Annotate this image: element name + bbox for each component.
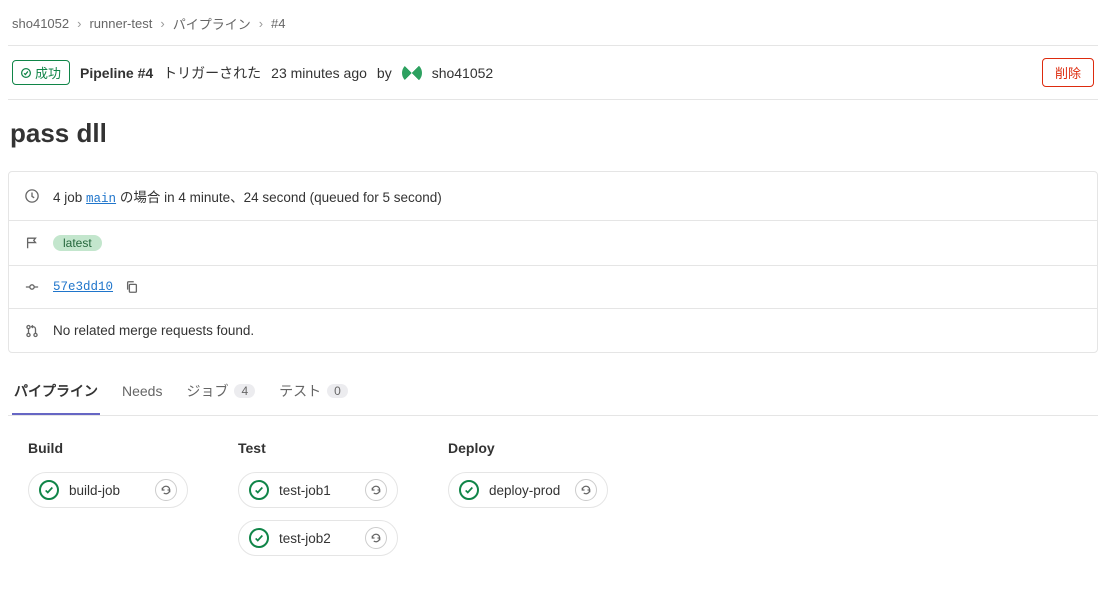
status-bar: 成功 Pipeline #4 トリガーされた 23 minutes ago by… <box>8 46 1098 99</box>
breadcrumb-section[interactable]: パイプライン <box>173 14 251 33</box>
latest-badge: latest <box>53 235 102 251</box>
job-name: test-job2 <box>279 531 355 546</box>
no-merge-requests: No related merge requests found. <box>53 323 254 338</box>
job-name: test-job1 <box>279 483 355 498</box>
jobs-summary: 4 job main の場合 in 4 minute、24 second (qu… <box>53 186 442 206</box>
tab-tests[interactable]: テスト 0 <box>277 371 350 415</box>
retry-icon[interactable] <box>155 479 177 501</box>
retry-icon[interactable] <box>575 479 597 501</box>
time-ago: 23 minutes ago <box>271 65 367 81</box>
tests-count-badge: 0 <box>327 384 348 398</box>
stage-title: Test <box>238 440 398 456</box>
retry-icon[interactable] <box>365 479 387 501</box>
by-label: by <box>377 65 392 81</box>
retry-icon[interactable] <box>365 527 387 549</box>
stage-title: Deploy <box>448 440 608 456</box>
chevron-right-icon: › <box>259 16 263 31</box>
breadcrumb-project[interactable]: runner-test <box>89 16 152 31</box>
tab-needs[interactable]: Needs <box>120 373 164 413</box>
pipeline-id: Pipeline #4 <box>80 65 153 81</box>
job-pill[interactable]: deploy-prod <box>448 472 608 508</box>
breadcrumb-owner[interactable]: sho41052 <box>12 16 69 31</box>
stage-deploy: Deploy deploy-prod <box>448 440 608 556</box>
branch-link[interactable]: main <box>86 192 116 206</box>
triggered-label: トリガーされた <box>163 63 261 83</box>
job-pill[interactable]: test-job2 <box>238 520 398 556</box>
chevron-right-icon: › <box>77 16 81 31</box>
flag-icon <box>25 236 41 250</box>
job-pill[interactable]: build-job <box>28 472 188 508</box>
breadcrumb: sho41052 › runner-test › パイプライン › #4 <box>8 8 1098 45</box>
tab-pipeline[interactable]: パイプライン <box>12 371 100 415</box>
chevron-right-icon: › <box>160 16 164 31</box>
status-label: 成功 <box>35 63 61 82</box>
merge-request-icon <box>25 324 41 338</box>
breadcrumb-id: #4 <box>271 16 285 31</box>
tabs: パイプライン Needs ジョブ 4 テスト 0 <box>8 371 1098 416</box>
commit-link[interactable]: 57e3dd10 <box>53 280 113 294</box>
check-circle-icon <box>459 480 479 500</box>
job-pill[interactable]: test-job1 <box>238 472 398 508</box>
page-title: pass dll <box>10 118 1096 149</box>
tab-jobs[interactable]: ジョブ 4 <box>184 371 257 415</box>
clock-icon <box>25 189 41 203</box>
job-name: build-job <box>69 483 145 498</box>
stage-title: Build <box>28 440 188 456</box>
job-name: deploy-prod <box>489 483 565 498</box>
check-circle-icon <box>249 480 269 500</box>
avatar[interactable] <box>402 63 422 83</box>
stage-build: Build build-job <box>28 440 188 556</box>
status-badge: 成功 <box>12 60 70 85</box>
copy-icon[interactable] <box>125 280 139 294</box>
commit-icon <box>25 280 41 294</box>
delete-button[interactable]: 削除 <box>1042 58 1094 87</box>
check-circle-icon <box>21 68 31 78</box>
username[interactable]: sho41052 <box>432 65 494 81</box>
stage-test: Test test-job1 test-job2 <box>238 440 398 556</box>
jobs-count-badge: 4 <box>234 384 255 398</box>
check-circle-icon <box>249 528 269 548</box>
check-circle-icon <box>39 480 59 500</box>
info-panel: 4 job main の場合 in 4 minute、24 second (qu… <box>8 171 1098 353</box>
pipeline-graph: Build build-job Test test-job1 <box>8 416 1098 580</box>
